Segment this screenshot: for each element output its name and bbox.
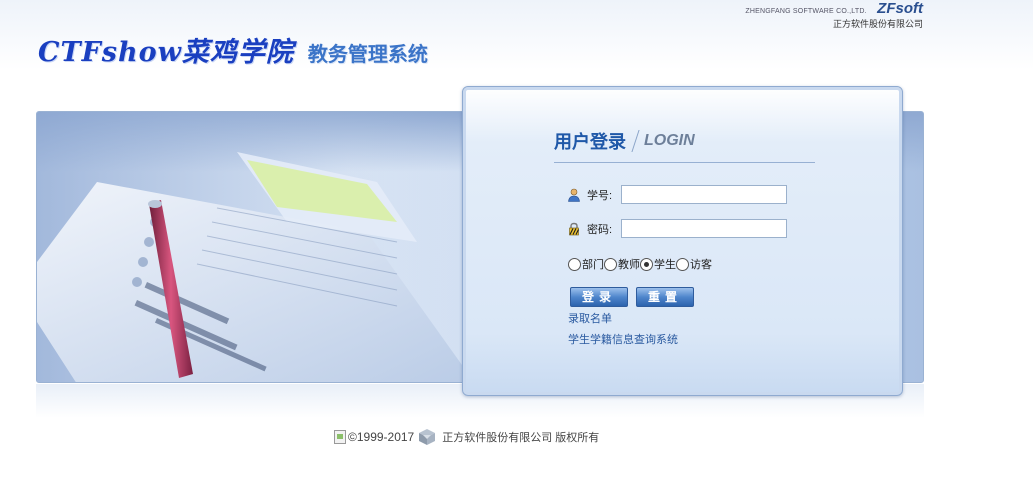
footer-copyright: ©1999-2017	[348, 430, 415, 444]
footer-company: 正方软件股份有限公司 版权所有	[442, 432, 600, 444]
role-department[interactable]: 部门	[568, 256, 604, 272]
user-icon	[568, 188, 580, 202]
company-brand-line: ZHENGFANG SOFTWARE CO.,LTD. ZFsoft	[745, 0, 923, 18]
page-title: CTFshow菜鸡学院 教务管理系统	[38, 30, 428, 69]
role-teacher[interactable]: 教师	[604, 256, 640, 272]
company-brand: ZHENGFANG SOFTWARE CO.,LTD. ZFsoft 正方软件股…	[745, 0, 923, 30]
login-panel: 用户登录 LOGIN 学号: 密码: 部门 教师 学生 访客 登录 重置 录取名…	[462, 86, 903, 396]
zfsoft-logo: ZFsoft	[877, 0, 923, 17]
role-student[interactable]: 学生	[640, 256, 676, 272]
company-name-en: ZHENGFANG SOFTWARE CO.,LTD.	[745, 8, 867, 15]
role-department-radio[interactable]	[568, 257, 581, 271]
header-underline	[554, 162, 815, 163]
login-subtitle: LOGIN	[644, 132, 695, 149]
zfsoft-logo-icon	[419, 429, 436, 445]
school-name: CTFshow菜鸡学院	[38, 37, 294, 68]
footer: ©1999-2017 正方软件股份有限公司 版权所有	[334, 428, 599, 446]
username-row: 学号:	[567, 185, 787, 204]
login-header: 用户登录 LOGIN	[554, 128, 695, 154]
banner-illustration	[37, 112, 467, 382]
role-student-radio[interactable]	[640, 257, 653, 271]
role-visitor[interactable]: 访客	[676, 256, 712, 272]
company-name-cn: 正方软件股份有限公司	[832, 19, 923, 29]
role-visitor-radio[interactable]	[676, 257, 689, 271]
lock-icon	[569, 222, 580, 235]
admission-list-link[interactable]: 录取名单	[568, 310, 612, 326]
login-title: 用户登录	[554, 132, 626, 152]
password-row: 密码:	[567, 219, 787, 238]
password-input[interactable]	[621, 219, 787, 238]
login-button[interactable]: 登录	[570, 287, 628, 307]
role-teacher-label: 教师	[618, 259, 640, 271]
role-visitor-label: 访客	[690, 259, 712, 271]
role-department-label: 部门	[582, 259, 604, 271]
student-status-query-link[interactable]: 学生学籍信息查询系统	[568, 331, 678, 347]
role-selector: 部门 教师 学生 访客	[568, 256, 712, 272]
system-name: 教务管理系统	[307, 42, 428, 66]
title-divider	[631, 130, 640, 152]
role-teacher-radio[interactable]	[604, 257, 617, 271]
broken-image-icon	[334, 430, 346, 444]
password-label: 密码:	[587, 223, 613, 236]
username-label: 学号:	[587, 189, 613, 202]
role-student-label: 学生	[654, 259, 676, 271]
reset-button[interactable]: 重置	[636, 287, 694, 307]
username-input[interactable]	[621, 185, 787, 204]
